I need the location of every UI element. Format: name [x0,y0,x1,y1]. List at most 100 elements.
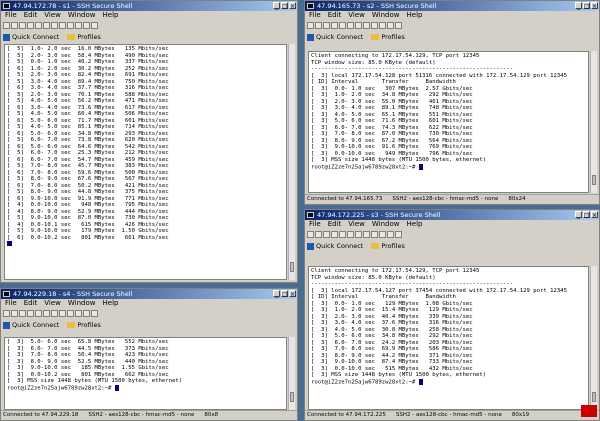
save-icon[interactable] [3,22,10,29]
keys-icon[interactable] [387,231,394,238]
file-transfer-icon[interactable] [371,231,378,238]
menu-window[interactable]: Window [372,11,400,19]
help-icon[interactable] [91,22,98,29]
maximize-icon[interactable]: □ [583,211,590,219]
title-bar[interactable]: 47.94.165.73 - s2 - SSH Secure Shell _ □ × [305,1,599,11]
settings-icon[interactable] [379,22,386,29]
menu-file[interactable]: File [309,220,321,228]
settings-icon[interactable] [75,22,82,29]
maximize-icon[interactable]: □ [281,2,288,10]
scrollbar[interactable] [590,266,597,410]
file-transfer-icon[interactable] [371,22,378,29]
find-icon[interactable] [19,22,26,29]
menu-file[interactable]: File [5,11,17,19]
file-transfer-icon[interactable] [67,22,74,29]
close-icon[interactable]: × [289,2,296,10]
scrollbar-thumb[interactable] [290,392,294,402]
maximize-icon[interactable]: □ [281,290,288,298]
profiles-button[interactable]: Profiles [381,33,405,41]
keys-icon[interactable] [83,310,90,317]
settings-icon[interactable] [75,310,82,317]
print-icon[interactable] [11,310,18,317]
menu-edit[interactable]: Edit [24,11,38,19]
new-terminal-icon[interactable] [59,22,66,29]
close-icon[interactable]: × [591,211,598,219]
close-icon[interactable]: × [289,290,296,298]
find-icon[interactable] [323,231,330,238]
menu-file[interactable]: File [5,299,17,307]
terminal-output[interactable]: Client connecting to 172.17.54.129, TCP … [308,51,589,193]
print-icon[interactable] [11,22,18,29]
find-icon[interactable] [19,310,26,317]
save-icon[interactable] [3,310,10,317]
find-icon[interactable] [51,310,58,317]
scrollbar[interactable] [590,51,597,193]
menu-help[interactable]: Help [103,11,119,19]
menu-window[interactable]: Window [372,220,400,228]
quick-connect-button[interactable]: Quick Connect [316,33,363,41]
menu-edit[interactable]: Edit [328,220,342,228]
minimize-icon[interactable]: _ [575,2,582,10]
find-icon[interactable] [323,22,330,29]
terminal-output[interactable]: [ 3] 5.0- 6.0 sec 65.8 MBytes 552 Mbits/… [4,337,287,410]
copy-icon[interactable] [339,22,346,29]
minimize-icon[interactable]: _ [273,290,280,298]
scrollbar[interactable] [288,337,295,410]
settings-icon[interactable] [379,231,386,238]
menu-help[interactable]: Help [407,220,423,228]
print-icon[interactable] [315,22,322,29]
menu-view[interactable]: View [348,11,365,19]
cut-icon[interactable] [331,22,338,29]
help-icon[interactable] [395,231,402,238]
copy-icon[interactable] [35,310,42,317]
print-icon[interactable] [315,231,322,238]
save-icon[interactable] [307,22,314,29]
copy-icon[interactable] [339,231,346,238]
new-terminal-icon[interactable] [59,310,66,317]
menu-edit[interactable]: Edit [328,11,342,19]
close-icon[interactable]: × [591,2,598,10]
cut-icon[interactable] [27,310,34,317]
save-icon[interactable] [307,231,314,238]
profiles-button[interactable]: Profiles [77,33,101,41]
new-terminal-icon[interactable] [363,22,370,29]
scrollbar-thumb[interactable] [592,392,596,402]
paste-icon[interactable] [43,22,50,29]
quick-connect-button[interactable]: Quick Connect [12,33,59,41]
profiles-button[interactable]: Profiles [381,242,405,250]
paste-icon[interactable] [347,231,354,238]
find-icon[interactable] [355,231,362,238]
title-bar[interactable]: 47.94.229.18 - s4 - SSH Secure Shell _ □ × [1,289,297,299]
menu-view[interactable]: View [44,299,61,307]
find-icon[interactable] [51,22,58,29]
keys-icon[interactable] [83,22,90,29]
copy-icon[interactable] [35,22,42,29]
new-terminal-icon[interactable] [363,231,370,238]
menu-help[interactable]: Help [407,11,423,19]
file-transfer-icon[interactable] [67,310,74,317]
title-bar[interactable]: 47.94.172.78 - s1 - SSH Secure Shell _ □ × [1,1,297,11]
paste-icon[interactable] [43,310,50,317]
title-bar[interactable]: 47.94.172.225 - s3 - SSH Secure Shell _ □… [305,210,599,220]
quick-connect-button[interactable]: Quick Connect [316,242,363,250]
find-icon[interactable] [355,22,362,29]
menu-window[interactable]: Window [68,299,96,307]
scrollbar-thumb[interactable] [592,175,596,185]
cut-icon[interactable] [27,22,34,29]
menu-view[interactable]: View [44,11,61,19]
quick-connect-button[interactable]: Quick Connect [12,321,59,329]
minimize-icon[interactable]: _ [273,2,280,10]
menu-edit[interactable]: Edit [24,299,38,307]
help-icon[interactable] [91,310,98,317]
scrollbar[interactable] [288,44,295,280]
cut-icon[interactable] [331,231,338,238]
menu-view[interactable]: View [348,220,365,228]
terminal-output[interactable]: [ 5] 1.0- 2.0 sec 16.0 MBytes 135 Mbits/… [4,44,287,280]
menu-help[interactable]: Help [103,299,119,307]
profiles-button[interactable]: Profiles [77,321,101,329]
keys-icon[interactable] [387,22,394,29]
scrollbar-thumb[interactable] [290,262,294,272]
maximize-icon[interactable]: □ [583,2,590,10]
help-icon[interactable] [395,22,402,29]
terminal-output[interactable]: Client connecting to 172.17.54.129, TCP … [308,266,589,410]
